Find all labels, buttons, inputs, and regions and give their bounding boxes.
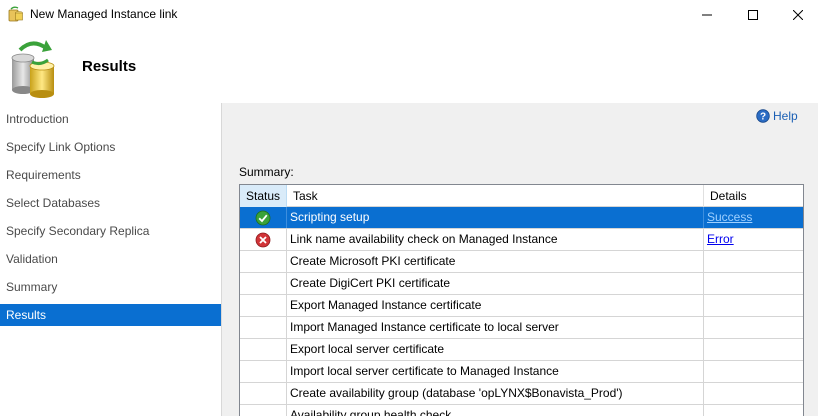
help-icon: ? — [756, 109, 770, 123]
minimize-button[interactable] — [684, 0, 730, 30]
close-button[interactable] — [775, 0, 818, 30]
status-cell — [240, 207, 287, 228]
sidebar-item-validation[interactable]: Validation — [0, 248, 221, 270]
table-row[interactable]: Scripting setup Success — [240, 207, 803, 229]
svg-text:?: ? — [760, 112, 766, 123]
task-cell: Import local server certificate to Manag… — [287, 361, 704, 382]
table-row[interactable]: Availability group health check — [240, 405, 803, 416]
help-label: Help — [773, 109, 798, 123]
wizard-header: Results — [0, 30, 818, 103]
table-row[interactable]: Create availability group (database 'opL… — [240, 383, 803, 405]
summary-label: Summary: — [239, 165, 294, 179]
table-row[interactable]: Create Microsoft PKI certificate — [240, 251, 803, 273]
details-cell — [704, 317, 803, 338]
status-cell — [240, 383, 287, 404]
success-icon — [255, 210, 271, 225]
task-cell: Link name availability check on Managed … — [287, 229, 704, 250]
task-cell: Create availability group (database 'opL… — [287, 383, 704, 404]
details-cell: Error — [704, 229, 803, 250]
table-row[interactable]: Export Managed Instance certificate — [240, 295, 803, 317]
status-cell — [240, 317, 287, 338]
database-sync-icon — [11, 40, 55, 98]
task-cell: Import Managed Instance certificate to l… — [287, 317, 704, 338]
sidebar-item-summary[interactable]: Summary — [0, 276, 221, 298]
task-cell: Scripting setup — [287, 207, 704, 228]
database-wizard-icon — [8, 6, 23, 22]
task-cell: Create Microsoft PKI certificate — [287, 251, 704, 272]
sidebar-item-results[interactable]: Results — [0, 304, 221, 326]
details-cell: Success — [704, 207, 803, 228]
details-cell — [704, 295, 803, 316]
table-row[interactable]: Import Managed Instance certificate to l… — [240, 317, 803, 339]
status-cell — [240, 251, 287, 272]
table-row[interactable]: Export local server certificate — [240, 339, 803, 361]
status-cell — [240, 273, 287, 294]
column-header-status[interactable]: Status — [240, 185, 287, 207]
sidebar-item-introduction[interactable]: Introduction — [0, 108, 221, 130]
sidebar-item-specify-link-options[interactable]: Specify Link Options — [0, 136, 221, 158]
results-grid[interactable]: Status Task Details Scripting setup Succ… — [239, 184, 804, 416]
page-title: Results — [82, 58, 137, 75]
minimize-icon — [702, 14, 712, 16]
close-icon — [793, 10, 803, 20]
error-icon — [255, 232, 271, 247]
details-cell — [704, 339, 803, 360]
grid-header: Status Task Details — [240, 185, 803, 207]
task-cell: Create DigiCert PKI certificate — [287, 273, 704, 294]
details-cell — [704, 405, 803, 416]
sidebar-item-select-databases[interactable]: Select Databases — [0, 192, 221, 214]
task-cell: Availability group health check — [287, 405, 704, 416]
title-bar: New Managed Instance link — [0, 0, 818, 30]
column-header-task[interactable]: Task — [287, 185, 704, 207]
details-link[interactable]: Error — [707, 232, 734, 246]
details-cell — [704, 251, 803, 272]
maximize-icon — [748, 10, 758, 20]
task-cell: Export local server certificate — [287, 339, 704, 360]
status-cell — [240, 361, 287, 382]
task-cell: Export Managed Instance certificate — [287, 295, 704, 316]
details-cell — [704, 273, 803, 294]
status-cell — [240, 229, 287, 250]
window-title: New Managed Instance link — [30, 7, 178, 21]
table-row[interactable]: Link name availability check on Managed … — [240, 229, 803, 251]
details-link[interactable]: Success — [707, 210, 752, 224]
status-cell — [240, 339, 287, 360]
status-cell — [240, 295, 287, 316]
status-cell — [240, 405, 287, 416]
wizard-sidebar: Introduction Specify Link Options Requir… — [0, 103, 222, 416]
maximize-button[interactable] — [730, 0, 776, 30]
table-row[interactable]: Import local server certificate to Manag… — [240, 361, 803, 383]
sidebar-item-specify-secondary-replica[interactable]: Specify Secondary Replica — [0, 220, 221, 242]
table-row[interactable]: Create DigiCert PKI certificate — [240, 273, 803, 295]
results-panel: ? Help Summary: Status Task Details Scri… — [222, 103, 818, 416]
column-header-details[interactable]: Details — [704, 185, 803, 207]
details-cell — [704, 383, 803, 404]
details-cell — [704, 361, 803, 382]
help-link[interactable]: ? Help — [756, 109, 798, 123]
sidebar-item-requirements[interactable]: Requirements — [0, 164, 221, 186]
